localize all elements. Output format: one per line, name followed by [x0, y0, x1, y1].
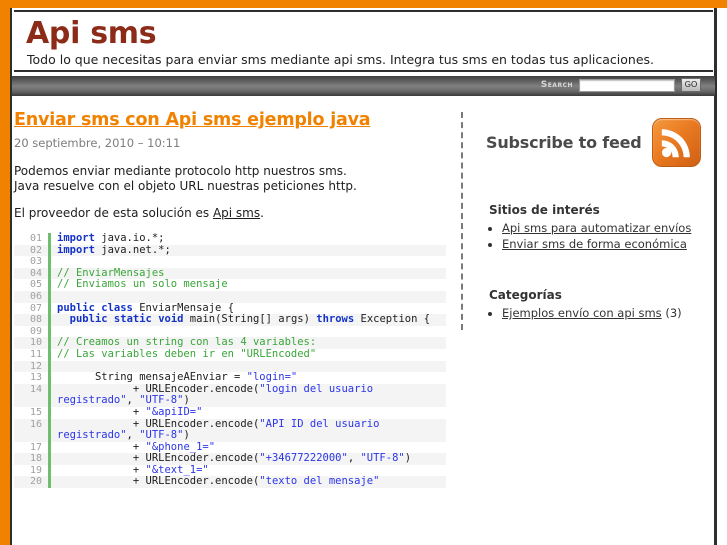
code-line-text: import java.net.*;: [48, 244, 446, 257]
code-line-number: 08: [29, 314, 42, 326]
list-item: Api sms para automatizar envíos: [502, 221, 711, 236]
search-input[interactable]: [579, 78, 675, 92]
code-line: 16 + URLEncoder.encode("API ID del usuar…: [14, 418, 446, 442]
subscribe-to-feed[interactable]: Subscribe to feed: [486, 118, 711, 167]
frame-top-accent: [0, 0, 727, 8]
code-line-text: + URLEncoder.encode("texto del mensaje": [48, 476, 446, 489]
code-line-number: 03: [29, 256, 42, 268]
code-line-number: 14: [29, 383, 42, 395]
code-line-number: 19: [29, 464, 42, 476]
sidebar-link[interactable]: Enviar sms de forma económica: [502, 237, 687, 251]
sidebar-link-list: Api sms para automatizar envíos Enviar sm…: [486, 221, 711, 252]
code-line-number: 13: [29, 372, 42, 384]
sidebar-section-heading: Categorías: [489, 288, 562, 302]
site-tagline: Todo lo que necesitas para enviar sms me…: [27, 52, 655, 67]
code-line-text: // Las variables deben ir en "URLEncoded…: [48, 348, 446, 361]
code-line: 14 + URLEncoder.encode("login del usuari…: [14, 383, 446, 407]
code-line-number: 02: [29, 244, 42, 256]
code-line-number: 16: [29, 418, 42, 430]
frame-right-gutter: [717, 8, 727, 545]
code-line-number: 12: [29, 360, 42, 372]
code-block: 01 import java.io.*; 02 import java.net.*; 0…: [14, 232, 446, 489]
post-paragraph-2: El proveedor de esta solución es Api sms…: [14, 206, 454, 221]
navbar: Search GO: [12, 76, 715, 96]
code-line: 02 import java.net.*;: [14, 244, 446, 257]
code-line-number: 17: [29, 441, 42, 453]
post-paragraph-2-prefix: El proveedor de esta solución es: [14, 206, 213, 220]
code-line: 05 // Enviamos un solo mensaje: [14, 279, 446, 291]
post-paragraph-1-line-2: Java resuelve con el objeto URL nuestras…: [14, 179, 357, 193]
code-line-number: 06: [29, 290, 42, 302]
sidebar-sections: Sitios de interés Api sms para automatiza…: [486, 203, 711, 321]
sidebar-link-count: (3): [661, 306, 682, 320]
column-divider: [461, 112, 463, 330]
sidebar-link-list: Ejemplos envío con api sms (3): [486, 306, 711, 321]
code-line-text: + URLEncoder.encode("API ID del usuario …: [48, 418, 446, 442]
code-line: 08 public static void main(String[] args…: [14, 313, 446, 326]
api-sms-inline-link[interactable]: Api sms: [213, 206, 260, 220]
code-line-text: public static void main(String[] args) t…: [48, 313, 446, 326]
search-form: Search GO: [541, 78, 701, 92]
rss-icon[interactable]: [651, 118, 701, 167]
sidebar-link[interactable]: Ejemplos envío con api sms: [502, 306, 662, 320]
code-line-number: 01: [29, 233, 42, 244]
post-paragraph-1: Podemos enviar mediante protocolo http n…: [14, 164, 454, 194]
masthead: Api sms Todo lo que necesitas para envia…: [14, 10, 713, 72]
sidebar: Subscribe to feed Sitios de interés Api s…: [486, 118, 711, 322]
page-root: Api sms Todo lo que necesitas para envia…: [0, 0, 727, 545]
search-go-button[interactable]: GO: [681, 78, 701, 92]
code-line: 11 // Las variables deben ir en "URLEncod…: [14, 348, 446, 361]
sidebar-link[interactable]: Api sms para automatizar envíos: [502, 221, 691, 235]
post-title-link[interactable]: Enviar sms con Api sms ejemplo java: [14, 110, 371, 130]
code-line-number: 15: [29, 406, 42, 418]
code-line-number: 04: [29, 267, 42, 279]
sidebar-section-heading: Sitios de interés: [489, 203, 600, 217]
code-line-number: 10: [29, 337, 42, 349]
main-content: Enviar sms con Api sms ejemplo java 20 s…: [14, 110, 454, 489]
code-line-number: 07: [29, 302, 42, 314]
code-line-text: + URLEncoder.encode("login del usuario r…: [48, 383, 446, 407]
code-line-text: // Enviamos un solo mensaje: [48, 279, 446, 291]
list-item: Enviar sms de forma económica: [502, 237, 711, 252]
search-label: Search: [540, 80, 573, 90]
code-line-number: 18: [29, 453, 42, 465]
code-line-number: 20: [29, 476, 42, 488]
post-paragraph-1-line-1: Podemos enviar mediante protocolo http n…: [14, 164, 347, 178]
post-date: 20 septiembre, 2010 – 10:11: [14, 136, 181, 150]
list-item: Ejemplos envío con api sms (3): [502, 306, 711, 321]
site-title: Api sms: [26, 16, 157, 51]
subscribe-to-feed-label: Subscribe to feed: [486, 133, 642, 152]
code-line: 20 + URLEncoder.encode("texto del mensaj…: [14, 476, 446, 489]
frame-left-accent: [0, 0, 10, 545]
code-line-number: 09: [29, 325, 42, 337]
post-paragraph-2-suffix: .: [260, 206, 264, 220]
code-line-number: 11: [29, 348, 42, 360]
post-body: Podemos enviar mediante protocolo http n…: [14, 164, 454, 221]
code-line-number: 05: [29, 279, 42, 291]
